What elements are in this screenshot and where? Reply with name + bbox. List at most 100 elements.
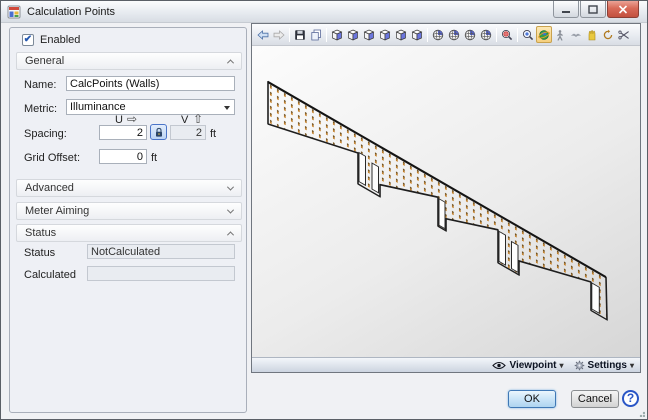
fly-button[interactable]	[568, 26, 584, 43]
copy-icon	[310, 29, 322, 41]
view-cube-5-button[interactable]	[393, 26, 409, 43]
view-cube-1-button[interactable]	[329, 26, 345, 43]
metric-label: Metric:	[24, 103, 57, 115]
lock-icon	[154, 127, 164, 138]
cube-icon	[363, 29, 375, 41]
magnifier-red-icon	[501, 29, 513, 41]
viewport-canvas-3d[interactable]	[252, 46, 640, 358]
spacing-lock-button[interactable]	[150, 124, 167, 140]
bird-icon	[570, 29, 582, 41]
door-opening	[359, 153, 366, 186]
orbit-button[interactable]	[536, 26, 552, 43]
toolbar-separator	[326, 28, 327, 42]
magnifier-blue-icon	[522, 29, 534, 41]
viewport-footer-bar: Viewpoint ▾ Settings ▾	[252, 357, 640, 372]
cube-icon	[395, 29, 407, 41]
section-header-meter-aiming[interactable]: Meter Aiming	[16, 202, 242, 220]
viewport-panel: Viewpoint ▾ Settings ▾	[251, 23, 641, 373]
chevron-down-icon	[227, 183, 234, 190]
calculation-points-dialog: Calculation Points ✔ Enabled General Nam…	[0, 0, 648, 420]
view-sphere-2-button[interactable]	[446, 26, 462, 43]
grid-offset-input[interactable]	[99, 149, 147, 164]
door-opening	[499, 231, 506, 265]
hand-icon	[586, 29, 598, 41]
view-sphere-1-button[interactable]	[430, 26, 446, 43]
floppy-icon	[294, 29, 306, 41]
calculated-value-field	[87, 266, 235, 281]
help-button[interactable]: ?	[622, 390, 639, 407]
maximize-button[interactable]	[580, 1, 606, 18]
maximize-icon	[588, 5, 598, 14]
section-header-advanced[interactable]: Advanced	[16, 179, 242, 197]
grid-offset-unit-label: ft	[151, 152, 157, 164]
chevron-down-icon	[224, 106, 230, 110]
cancel-button[interactable]: Cancel	[571, 390, 619, 408]
status-value-field	[87, 244, 235, 259]
copy-button[interactable]	[308, 26, 324, 43]
close-button[interactable]	[607, 1, 639, 18]
settings-menu-button[interactable]: Settings ▾	[574, 360, 634, 371]
view-sphere-3-button[interactable]	[462, 26, 478, 43]
sphere-icon	[480, 29, 492, 41]
view-sphere-4-button[interactable]	[478, 26, 494, 43]
wall-3d-view	[252, 46, 640, 358]
pan-button[interactable]	[584, 26, 600, 43]
enabled-checkbox[interactable]: ✔	[22, 34, 34, 46]
viewpoint-menu-label: Viewpoint	[509, 360, 556, 371]
viewpoint-menu-button[interactable]: Viewpoint ▾	[492, 360, 563, 371]
door-opening	[439, 199, 445, 229]
name-label: Name:	[24, 79, 56, 91]
forward-button[interactable]	[271, 26, 287, 43]
viewport-toolbar	[252, 24, 640, 46]
walk-button[interactable]	[552, 26, 568, 43]
ok-button[interactable]: OK	[508, 390, 556, 408]
chevron-down-icon: ▾	[630, 361, 634, 370]
globe-icon	[538, 29, 550, 41]
save-button[interactable]	[292, 26, 308, 43]
close-icon	[618, 5, 628, 14]
section-label: Meter Aiming	[25, 205, 89, 217]
minimize-icon	[561, 5, 571, 14]
spacing-u-input[interactable]	[99, 125, 147, 140]
eye-icon	[492, 361, 506, 370]
view-cube-4-button[interactable]	[377, 26, 393, 43]
rotate-button[interactable]	[600, 26, 616, 43]
section-label: General	[25, 55, 64, 67]
enabled-label: Enabled	[40, 34, 80, 46]
view-cube-6-button[interactable]	[409, 26, 425, 43]
titlebar[interactable]: Calculation Points	[1, 1, 647, 23]
metric-dropdown[interactable]: Illuminance	[66, 99, 235, 115]
door-opening	[512, 242, 519, 273]
sphere-icon	[464, 29, 476, 41]
cube-icon	[379, 29, 391, 41]
wall-calc-points-mesh	[268, 82, 607, 328]
v-axis-arrow-icon: ⇧	[193, 114, 203, 124]
arrow-left-icon	[257, 29, 269, 41]
grid-offset-label: Grid Offset:	[24, 152, 80, 164]
rotate-icon	[602, 29, 614, 41]
status-label: Status	[24, 247, 55, 259]
chevron-down-icon	[227, 206, 234, 213]
view-cube-3-button[interactable]	[361, 26, 377, 43]
arrow-right-icon	[273, 29, 285, 41]
scissors-icon	[618, 29, 630, 41]
settings-panel: ✔ Enabled General Name: Metric: Illumina…	[9, 27, 247, 413]
section-header-status[interactable]: Status	[16, 224, 242, 242]
u-axis-arrow-icon: ⇨	[127, 114, 137, 124]
section-button[interactable]	[616, 26, 632, 43]
toolbar-separator	[289, 28, 290, 42]
toolbar-separator	[496, 28, 497, 42]
name-input[interactable]	[66, 76, 235, 91]
chevron-up-icon	[227, 231, 234, 238]
resize-grip[interactable]	[637, 409, 645, 417]
minimize-button[interactable]	[553, 1, 579, 18]
view-cube-2-button[interactable]	[345, 26, 361, 43]
section-label: Advanced	[25, 182, 74, 194]
zoom-window-button[interactable]	[520, 26, 536, 43]
toolbar-separator	[517, 28, 518, 42]
back-button[interactable]	[255, 26, 271, 43]
zoom-extents-button[interactable]	[499, 26, 515, 43]
app-icon	[7, 5, 21, 19]
section-header-general[interactable]: General	[16, 52, 242, 70]
settings-menu-label: Settings	[588, 360, 627, 371]
